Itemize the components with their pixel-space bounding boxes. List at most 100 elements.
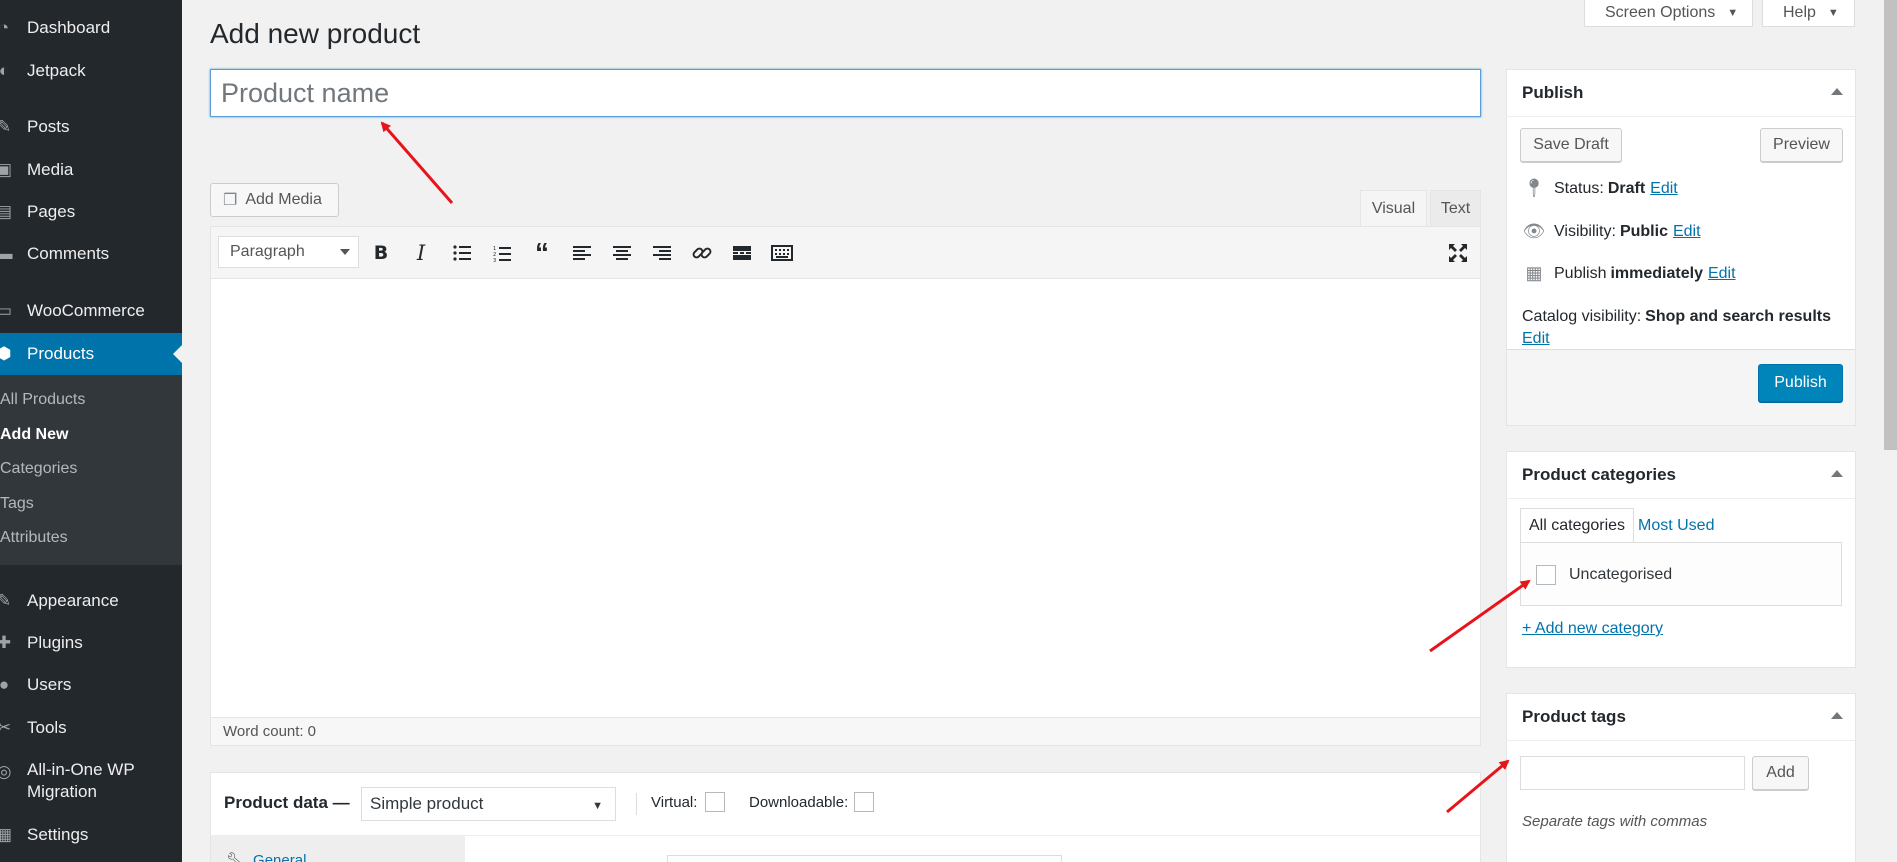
collapse-toggle-icon[interactable] [1831,470,1843,477]
product-type-value: Simple product [370,794,484,813]
publish-button[interactable]: Publish [1758,364,1843,402]
eye-icon: 👁︎ [1522,221,1546,241]
menu-pages[interactable]: ▤ Pages [0,194,182,230]
category-checkbox[interactable] [1536,565,1556,585]
add-new-category-link[interactable]: + Add new category [1522,620,1663,638]
scrollbar-thumb[interactable] [1884,0,1897,450]
pages-icon: ▤ [0,202,13,221]
product-data-box: Product data — Simple product ▼ Virtual: … [210,772,1481,862]
catalog-visibility-row: Catalog visibility: Shop and search resul… [1522,308,1831,326]
menu-label: Tools [27,718,67,737]
numbered-list-icon[interactable]: 123 [487,240,517,266]
menu-label: Pages [27,202,76,221]
word-count-value: 0 [307,723,316,740]
tools-icon: ✂ [0,718,12,737]
product-name-input[interactable] [210,69,1481,117]
catalog-visibility-edit-row: Edit [1522,330,1550,348]
comments-icon: ▬ [0,244,13,263]
collapse-toggle-icon[interactable] [1831,712,1843,719]
svg-text:3: 3 [493,258,496,262]
product-data-field[interactable] [667,855,1062,862]
submenu-attributes[interactable]: Attributes [0,529,68,547]
menu-comments[interactable]: ▬ Comments [0,236,182,272]
wrench-icon: 🔧︎ [226,852,246,862]
content-editor: Paragraph B I 123 “ Word count: 0 [210,226,1481,746]
edit-status-link[interactable]: Edit [1650,180,1678,198]
tab-most-used[interactable]: Most Used [1630,508,1722,543]
media-icon: ▣ [0,160,13,179]
submenu-add-new[interactable]: Add New [0,426,68,444]
menu-label: All-in-One WP Migration [27,760,135,801]
virtual-checkbox[interactable] [705,792,725,812]
menu-tools[interactable]: ✂ Tools [0,710,182,746]
help-button[interactable]: Help ▼ [1762,0,1855,27]
blockquote-icon[interactable]: “ [527,237,557,268]
product-data-tabs: 🔧︎ General [211,836,465,862]
product-type-select[interactable]: Simple product ▼ [361,787,616,821]
word-count-bar: Word count: 0 [211,717,1480,745]
preview-button[interactable]: Preview [1760,128,1843,162]
bold-icon[interactable]: B [366,240,396,266]
align-right-icon[interactable] [647,240,677,266]
tags-hint: Separate tags with commas [1522,813,1708,830]
categories-box-header[interactable]: Product categories [1507,452,1855,499]
add-media-button[interactable]: ❐ Add Media [210,183,339,217]
tag-input[interactable] [1520,756,1745,790]
menu-plugins[interactable]: ✚ Plugins [0,625,182,661]
menu-woocommerce[interactable]: ▭ WooCommerce [0,293,182,329]
save-draft-button[interactable]: Save Draft [1520,128,1622,162]
menu-media[interactable]: ▣ Media [0,152,182,188]
menu-jetpack[interactable]: ◐ Jetpack [0,53,182,89]
publish-box: Publish Save Draft Preview 📍︎ Status: Dra… [1506,69,1856,426]
edit-visibility-link[interactable]: Edit [1673,223,1701,241]
tab-visual[interactable]: Visual [1360,190,1427,226]
word-count-label: Word count: [223,723,304,740]
publish-box-header[interactable]: Publish [1507,70,1855,117]
help-label: Help [1783,4,1816,21]
status-label: Status: [1554,179,1604,197]
menu-label: Settings [27,825,89,844]
downloadable-checkbox[interactable] [854,792,874,812]
align-left-icon[interactable] [567,240,597,266]
submenu-tags[interactable]: Tags [0,495,34,513]
edit-catalog-visibility-link[interactable]: Edit [1522,330,1550,348]
fullscreen-icon[interactable] [1443,240,1473,266]
menu-all-in-one-wp-migration[interactable]: ◎ All-in-One WP Migration [0,756,150,806]
add-tag-button[interactable]: Add [1752,756,1809,790]
bullet-list-icon[interactable] [447,240,477,266]
submenu-all-products[interactable]: All Products [0,391,85,409]
tab-general[interactable]: 🔧︎ General [211,836,465,862]
tags-box-header[interactable]: Product tags [1507,694,1855,741]
menu-products[interactable]: ⬢ Products [0,333,182,375]
edit-publish-date-link[interactable]: Edit [1708,265,1736,283]
plugins-icon: ✚ [0,633,12,652]
product-data-title: Product data — [224,793,350,812]
italic-icon[interactable]: I [406,240,436,266]
menu-users[interactable]: ● Users [0,667,182,703]
menu-posts[interactable]: ✎ Posts [0,109,182,145]
appearance-icon: ✎ [0,591,12,610]
screen-options-button[interactable]: Screen Options ▼ [1584,0,1753,27]
read-more-icon[interactable] [727,240,757,266]
publish-date-label: Publish [1554,264,1607,282]
editor-content-area[interactable] [211,279,1480,719]
format-select[interactable]: Paragraph [218,236,359,268]
categories-box-title: Product categories [1522,465,1676,484]
menu-settings[interactable]: ▦ Settings [0,817,182,853]
visibility-row: 👁︎ Visibility: Public Edit [1522,221,1701,242]
status-value: Draft [1607,179,1646,197]
submenu-categories[interactable]: Categories [0,460,77,478]
align-center-icon[interactable] [607,240,637,266]
products-icon: ⬢ [0,344,12,363]
tab-text[interactable]: Text [1430,190,1481,226]
link-icon[interactable] [687,240,717,266]
category-list: Uncategorised [1520,542,1842,606]
editor-toolbar: Paragraph B I 123 “ [211,227,1480,279]
collapse-toggle-icon[interactable] [1831,88,1843,95]
tab-all-categories[interactable]: All categories [1520,508,1635,543]
keyboard-icon[interactable] [767,240,797,266]
menu-appearance[interactable]: ✎ Appearance [0,583,182,619]
category-label: Uncategorised [1569,566,1673,583]
downloadable-label: Downloadable: [749,794,849,811]
menu-dashboard[interactable]: ◔ Dashboard [0,10,182,46]
